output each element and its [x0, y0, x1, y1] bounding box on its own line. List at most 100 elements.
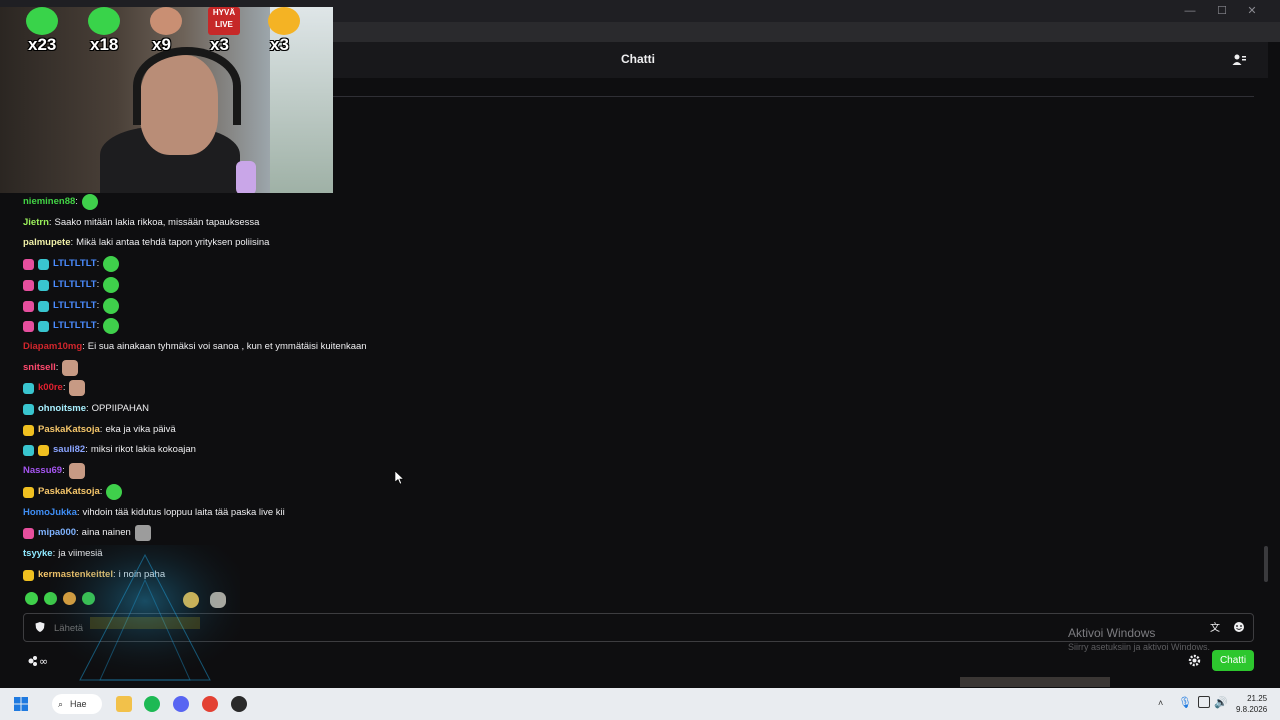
- user-badge-icon[interactable]: [23, 382, 34, 394]
- chevron-up-icon[interactable]: ˄: [1158, 698, 1163, 708]
- chat-emote-icon[interactable]: [103, 298, 120, 314]
- user-badge-icon[interactable]: [23, 320, 34, 332]
- chat-emote-icon[interactable]: [103, 277, 120, 293]
- user-badge-icon[interactable]: [23, 424, 34, 436]
- username-separator: :: [99, 424, 103, 435]
- chat-message[interactable]: k00re:: [23, 379, 86, 397]
- chat-username[interactable]: snitsell: [23, 359, 56, 377]
- chat-scrollbar[interactable]: [1264, 546, 1268, 582]
- chat-username[interactable]: LTLTLTLT: [53, 276, 97, 294]
- chat-message[interactable]: LTLTLTLT:: [23, 297, 120, 315]
- chat-message-text: OPPIIPAHAN: [91, 403, 150, 414]
- chat-message[interactable]: PaskaKatsoja: eka ja vika päivä: [23, 421, 176, 439]
- chat-emote-icon[interactable]: [103, 318, 120, 334]
- chrome-icon[interactable]: [202, 696, 218, 712]
- taskbar-clock[interactable]: 21.25 9.8.2026: [1236, 693, 1267, 715]
- chat-username[interactable]: Diapam10mg: [23, 338, 82, 356]
- chat-emote-icon[interactable]: [106, 484, 123, 500]
- taskbar-search[interactable]: ⌕ Hae: [52, 694, 102, 714]
- spotify-icon[interactable]: [144, 696, 160, 712]
- chat-message-text: Mikä laki antaa tehdä tapon yrityksen po…: [76, 237, 270, 248]
- chat-message[interactable]: ohnoitsme: OPPIIPAHAN: [23, 400, 149, 418]
- obs-icon[interactable]: [231, 696, 247, 712]
- maximize-icon[interactable]: ☐: [1212, 3, 1232, 19]
- volume-icon[interactable]: 🔊: [1214, 696, 1228, 709]
- chat-username[interactable]: Jietrn: [23, 214, 49, 232]
- chat-username[interactable]: HomoJukka: [23, 504, 77, 522]
- user-badge-icon[interactable]: [23, 403, 34, 415]
- stream-overlay-graphic: [50, 545, 240, 685]
- chat-message[interactable]: sauli82: miksi rikot lakia kokoajan: [23, 441, 196, 459]
- chat-message[interactable]: palmupete: Mikä laki antaa tehdä tapon yr…: [23, 234, 269, 252]
- minimize-icon[interactable]: —: [1180, 3, 1200, 19]
- chat-username[interactable]: Nassu69: [23, 462, 62, 480]
- user-badge-icon[interactable]: [23, 569, 34, 581]
- chat-emote-icon[interactable]: [62, 360, 79, 376]
- username-separator: :: [62, 465, 65, 476]
- emote-badge-icon: [150, 7, 182, 35]
- windows-taskbar: ⌕ Hae ˄ 🎙 🔊 21.25 9.8.2026: [0, 688, 1280, 720]
- chat-username[interactable]: k00re: [38, 379, 63, 397]
- username-separator: :: [85, 444, 88, 455]
- chat-username[interactable]: mipa000: [38, 524, 76, 542]
- chat-message-text: vihdoin tää kidutus loppuu laita tää pas…: [82, 507, 285, 518]
- settings-gear-icon[interactable]: [1188, 654, 1201, 667]
- chat-username[interactable]: palmupete: [23, 234, 71, 252]
- discord-icon[interactable]: [173, 696, 189, 712]
- user-badge-icon[interactable]: [23, 300, 34, 312]
- headset-icon: [133, 47, 241, 125]
- chat-username[interactable]: LTLTLTLT: [53, 297, 97, 315]
- chat-emote-icon[interactable]: [68, 463, 85, 479]
- user-badge-icon[interactable]: [23, 444, 34, 456]
- chat-message[interactable]: nieminen88:: [23, 193, 98, 211]
- chat-username[interactable]: tsyyke: [23, 545, 53, 563]
- chat-message[interactable]: snitsell:: [23, 359, 79, 377]
- chat-message[interactable]: Jietrn: Saako mitään lakia rikkoa, missää…: [23, 214, 259, 232]
- chat-message[interactable]: HomoJukka: vihdoin tää kidutus loppuu lai…: [23, 504, 285, 522]
- user-badge-icon[interactable]: [38, 279, 49, 291]
- chat-emote-icon[interactable]: [103, 256, 120, 272]
- user-badge-icon[interactable]: [38, 258, 49, 270]
- chat-message[interactable]: LTLTLTLT:: [23, 317, 120, 335]
- chat-message[interactable]: Diapam10mg: Ei sua ainakaan tyhmäksi voi …: [23, 338, 367, 356]
- emote-icon[interactable]: [25, 592, 38, 605]
- network-icon[interactable]: [1198, 696, 1210, 708]
- emote-count: x3: [270, 35, 289, 54]
- chat-emote-icon[interactable]: [134, 525, 151, 541]
- chat-message[interactable]: LTLTLTLT:: [23, 255, 120, 273]
- chat-message[interactable]: PaskaKatsoja:: [23, 483, 123, 501]
- user-badge-icon[interactable]: [38, 300, 49, 312]
- chat-username[interactable]: ohnoitsme: [38, 400, 86, 418]
- chat-username[interactable]: PaskaKatsoja: [38, 421, 100, 439]
- clock-date: 9.8.2026: [1236, 705, 1268, 714]
- emote-count: x9: [152, 35, 171, 54]
- chat-emote-icon[interactable]: [81, 194, 98, 210]
- username-separator: :: [76, 507, 80, 518]
- chat-username[interactable]: LTLTLTLT: [53, 317, 97, 335]
- emote-picker-icon[interactable]: [1233, 621, 1245, 633]
- translate-icon[interactable]: 文: [1210, 621, 1222, 633]
- user-badge-icon[interactable]: [23, 486, 34, 498]
- chat-emote-icon[interactable]: [69, 380, 86, 396]
- user-badge-icon[interactable]: [23, 527, 34, 539]
- chat-message[interactable]: mipa000: aina nainen: [23, 524, 151, 542]
- emote-count: x3: [210, 35, 229, 54]
- windows-start-icon[interactable]: [14, 697, 28, 711]
- user-badge-icon[interactable]: [23, 258, 34, 270]
- chat-username[interactable]: nieminen88: [23, 193, 75, 211]
- user-badge-icon[interactable]: [38, 320, 49, 332]
- chat-username[interactable]: PaskaKatsoja: [38, 483, 100, 501]
- user-badge-icon[interactable]: [23, 279, 34, 291]
- user-badge-icon[interactable]: [38, 444, 49, 456]
- close-icon[interactable]: ✕: [1242, 3, 1262, 19]
- microphone-icon[interactable]: 🎙: [1178, 696, 1192, 709]
- chat-message[interactable]: LTLTLTLT:: [23, 276, 120, 294]
- send-chat-button[interactable]: Chatti: [1212, 650, 1254, 671]
- emote-count: x18: [90, 35, 119, 54]
- shield-icon[interactable]: [34, 621, 46, 633]
- community-icon[interactable]: [1232, 53, 1246, 67]
- chat-username[interactable]: LTLTLTLT: [53, 255, 97, 273]
- file-explorer-icon[interactable]: [116, 696, 132, 712]
- chat-message[interactable]: Nassu69:: [23, 462, 85, 480]
- chat-username[interactable]: sauli82: [53, 441, 85, 459]
